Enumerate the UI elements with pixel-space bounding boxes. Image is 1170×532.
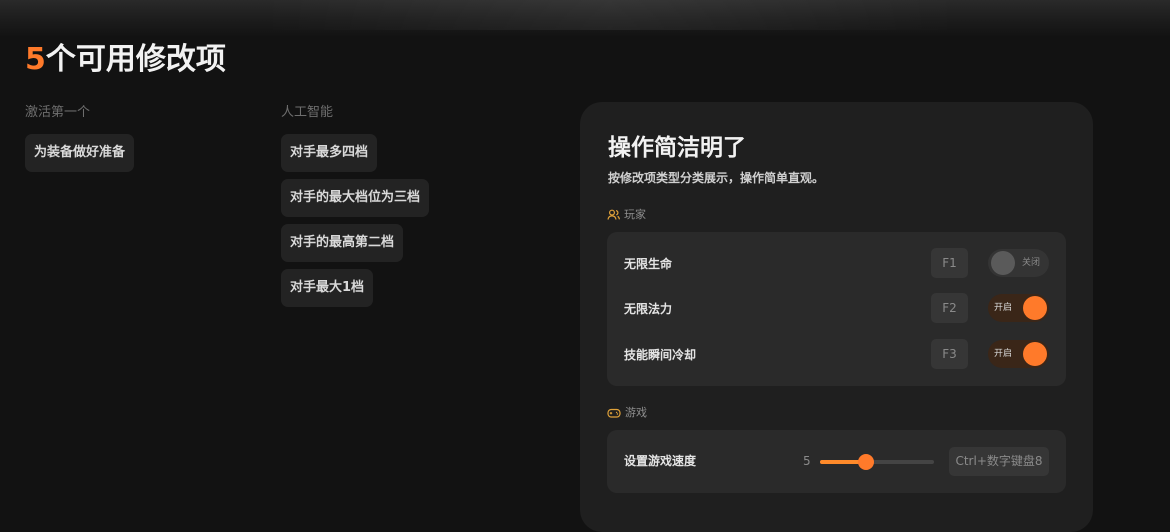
slider-value: 5 (803, 454, 811, 468)
chip-opponent-max-3[interactable]: 对手的最大档位为三档 (281, 179, 430, 217)
row-label: 技能瞬间冷却 (624, 348, 697, 362)
page-title: 5个可用修改项 (25, 40, 226, 80)
chip-prepare-equipment[interactable]: 为装备做好准备 (25, 134, 135, 172)
game-section-text: 游戏 (625, 406, 647, 419)
column-label: 激活第一个 (25, 105, 91, 120)
available-count: 5 (25, 42, 46, 77)
column-label: 人工智能 (281, 105, 334, 120)
player-section-label: 玩家 (607, 207, 646, 223)
panel-title: 操作简洁明了 (608, 135, 746, 161)
hotkey-badge: F1 (931, 248, 968, 278)
game-group: 设置游戏速度 5 Ctrl+数字键盘8 (607, 430, 1066, 493)
row-label: 设置游戏速度 (624, 454, 697, 468)
instant-cooldown-toggle[interactable]: 开启 (988, 340, 1049, 368)
chip-opponent-max-1[interactable]: 对手最大1档 (281, 269, 374, 307)
toggle-state-label: 开启 (994, 303, 1013, 313)
row-infinite-mana: 无限法力 F2 开启 (607, 289, 1066, 329)
speed-slider-track[interactable] (820, 454, 934, 470)
users-icon (607, 209, 620, 221)
player-group: 无限生命 F1 关闭 无限法力 F2 开启 技能瞬间冷却 F3 开启 (607, 232, 1066, 386)
toggle-knob (991, 251, 1015, 275)
row-label: 无限生命 (624, 257, 673, 271)
toggle-knob (1023, 296, 1047, 320)
speed-hotkey-badge: Ctrl+数字键盘8 (949, 447, 1049, 476)
toggle-knob (1023, 342, 1047, 366)
feature-panel: 操作简洁明了 按修改项类型分类展示，操作简单直观。 玩家 无限生命 F1 关闭 … (580, 102, 1093, 532)
column-activate-first: 激活第一个 为装备做好准备 (25, 104, 135, 172)
gamepad-icon (607, 407, 621, 419)
toggle-state-label: 关闭 (1021, 258, 1040, 268)
row-instant-cooldown: 技能瞬间冷却 F3 开启 (607, 335, 1066, 375)
toggle-state-label: 开启 (994, 349, 1013, 359)
top-banner-strip (0, 0, 1170, 36)
infinite-mana-toggle[interactable]: 开启 (988, 294, 1049, 322)
row-game-speed: 设置游戏速度 5 Ctrl+数字键盘8 (607, 441, 1066, 481)
hotkey-badge: F3 (931, 339, 968, 369)
row-label: 无限法力 (624, 302, 673, 316)
hotkey-badge: F2 (931, 293, 968, 323)
game-section-label: 游戏 (607, 405, 647, 421)
row-infinite-health: 无限生命 F1 关闭 (607, 244, 1066, 284)
infinite-health-toggle[interactable]: 关闭 (988, 249, 1049, 277)
speed-slider-thumb[interactable] (857, 454, 874, 470)
player-section-text: 玩家 (624, 208, 646, 221)
column-ai: 人工智能 对手最多四档 对手的最大档位为三档 对手的最高第二档 对手最大1档 (281, 104, 430, 307)
panel-subtitle: 按修改项类型分类展示，操作简单直观。 (608, 171, 825, 185)
chip-opponent-max-4[interactable]: 对手最多四档 (281, 134, 378, 172)
chip-opponent-max-2[interactable]: 对手的最高第二档 (281, 224, 404, 262)
page-title-text: 个可用修改项 (45, 42, 226, 77)
